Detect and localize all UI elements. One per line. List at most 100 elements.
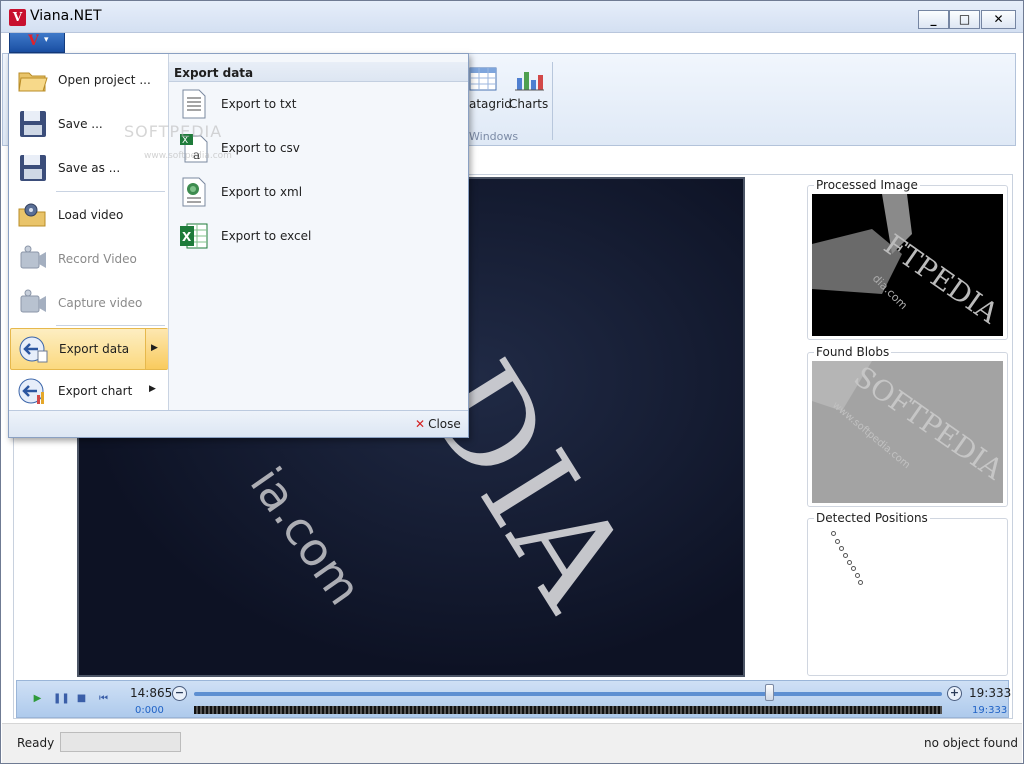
video-frame-url: ia.com <box>239 457 373 615</box>
menu-separator <box>56 325 165 326</box>
application-menu: Open project ... Save ... Save as ... Lo… <box>8 53 469 438</box>
minimize-button[interactable]: _ <box>918 10 949 29</box>
found-blobs-graphic: SOFTPEDIA www.softpedia.com <box>812 361 1003 503</box>
close-menu-label: Close <box>428 417 461 431</box>
position-dot <box>839 546 844 551</box>
zoom-in-icon[interactable]: + <box>947 686 962 701</box>
position-dot <box>855 573 860 578</box>
menu-item-label: Capture video <box>58 296 143 310</box>
status-text: Ready <box>17 736 55 750</box>
ribbon-charts-label: Charts <box>509 97 549 111</box>
object-status: no object found <box>924 736 1018 750</box>
export-xml-item[interactable]: Export to xml <box>169 172 468 212</box>
panel-title: Processed Image <box>814 178 920 192</box>
menu-item-label: Save ... <box>58 117 103 131</box>
found-blobs-image: SOFTPEDIA www.softpedia.com <box>812 361 1003 503</box>
menu-item-label: Save as ... <box>58 161 121 175</box>
menu-item-label: Export chart <box>58 384 133 398</box>
menu-item-record-video[interactable]: Record Video <box>9 238 167 280</box>
datagrid-icon <box>469 67 497 91</box>
ribbon-datagrid-label: atagrid <box>469 97 512 111</box>
chevron-right-icon: ▶ <box>149 384 156 394</box>
chevron-right-icon: ▶ <box>151 343 158 353</box>
menu-item-open-project[interactable]: Open project ... <box>9 59 167 101</box>
camcorder-icon <box>20 245 46 269</box>
close-window-button[interactable]: ✕ <box>981 10 1016 29</box>
stop-icon[interactable]: ■ <box>75 692 88 705</box>
export-arrow-icon <box>19 336 48 363</box>
status-progress-bar <box>60 732 181 752</box>
svg-text:FTPEDIA: FTPEDIA <box>878 228 1003 331</box>
play-icon[interactable]: ▶ <box>31 692 44 705</box>
current-time: 14:865 <box>130 686 173 700</box>
export-excel-label: Export to excel <box>221 229 312 243</box>
export-txt-label: Export to txt <box>221 97 297 111</box>
menu-item-export-data[interactable]: Export data ▶ <box>10 328 168 370</box>
processed-image-graphic: FTPEDIA dia.com <box>812 194 1003 331</box>
export-chart-icon <box>18 378 44 404</box>
ribbon-separator <box>552 62 553 140</box>
maximize-button[interactable]: □ <box>949 10 980 29</box>
menu-item-load-video[interactable]: Load video <box>9 194 167 236</box>
app-window: V Viana.NET _ □ ✕ V ▾ atagrid Charts Win… <box>0 0 1024 764</box>
close-menu-button[interactable]: ✕ Close <box>415 417 461 431</box>
start-time: 0:000 <box>135 705 164 716</box>
menu-item-label: Export data <box>59 342 130 356</box>
export-xml-label: Export to xml <box>221 185 303 199</box>
app-logo-icon: V <box>9 9 26 26</box>
found-blobs-panel: Found Blobs SOFTPEDIA www.softpedia.com <box>807 345 1008 507</box>
film-folder-icon <box>18 203 46 227</box>
floppy-disk-icon <box>20 111 46 137</box>
timeline-slider[interactable] <box>194 692 942 696</box>
application-menu-button[interactable]: V ▾ <box>9 33 65 53</box>
timeline-thumb[interactable] <box>764 684 774 701</box>
position-dot <box>831 531 836 536</box>
processed-image-panel: Processed Image FTPEDIA dia.com <box>807 178 1008 340</box>
excel-file-icon: X <box>180 223 208 249</box>
floppy-disk-icon <box>20 155 46 181</box>
position-dot <box>858 580 863 585</box>
zoom-out-icon[interactable]: − <box>172 686 187 701</box>
menu-item-label: Record Video <box>58 252 137 266</box>
watermark: SOFTPEDIA <box>124 122 223 141</box>
watermark-url: www.softpedia.com <box>144 151 232 161</box>
camcorder-icon <box>20 289 46 313</box>
submenu-header: Export data <box>169 62 468 82</box>
position-dot <box>835 539 840 544</box>
menu-separator <box>56 191 165 192</box>
menu-item-label: Open project ... <box>58 73 151 87</box>
chevron-down-icon: ▾ <box>44 35 49 45</box>
window-title: Viana.NET <box>30 8 102 24</box>
ribbon-datagrid-button[interactable] <box>465 64 505 99</box>
open-folder-icon <box>18 72 48 92</box>
panel-title: Found Blobs <box>814 345 892 359</box>
menu-item-label: Load video <box>58 208 124 222</box>
menu-item-capture-video[interactable]: Capture video <box>9 282 167 324</box>
ribbon-group-label: Windows <box>469 130 519 143</box>
ribbon-charts-button[interactable] <box>508 64 548 99</box>
export-data-submenu: Export data Export to txt X a Export to … <box>169 54 468 410</box>
export-csv-label: Export to csv <box>221 141 300 155</box>
position-dot <box>843 553 848 558</box>
frame-strip[interactable] <box>194 706 942 714</box>
svg-text:X: X <box>182 230 192 244</box>
app-menu-commands: Open project ... Save ... Save as ... Lo… <box>9 54 169 410</box>
app-logo-icon: V <box>28 33 39 49</box>
pause-icon[interactable]: ❚❚ <box>53 692 70 705</box>
close-icon: ✕ <box>415 417 426 431</box>
position-dot <box>847 560 852 565</box>
bar-chart-icon <box>515 72 544 91</box>
export-txt-item[interactable]: Export to txt <box>169 84 468 124</box>
xml-file-icon <box>182 177 206 207</box>
rewind-icon[interactable]: ⏮ <box>97 692 110 705</box>
end-time-small: 19:333 <box>972 705 1008 716</box>
position-dot <box>851 566 856 571</box>
panel-title: Detected Positions <box>814 511 930 525</box>
status-bar: Ready no object found <box>2 723 1022 763</box>
timeline-bar: ▶ ❚❚ ■ ⏮ 14:865 0:000 − + 19:333 19:333 <box>16 680 1011 718</box>
menu-item-export-chart[interactable]: Export chart ▶ <box>9 370 167 412</box>
title-bar: V Viana.NET _ □ ✕ <box>1 1 1023 33</box>
processed-image: FTPEDIA dia.com <box>812 194 1003 336</box>
text-file-icon <box>182 89 206 119</box>
export-excel-item[interactable]: X Export to excel <box>169 216 468 256</box>
